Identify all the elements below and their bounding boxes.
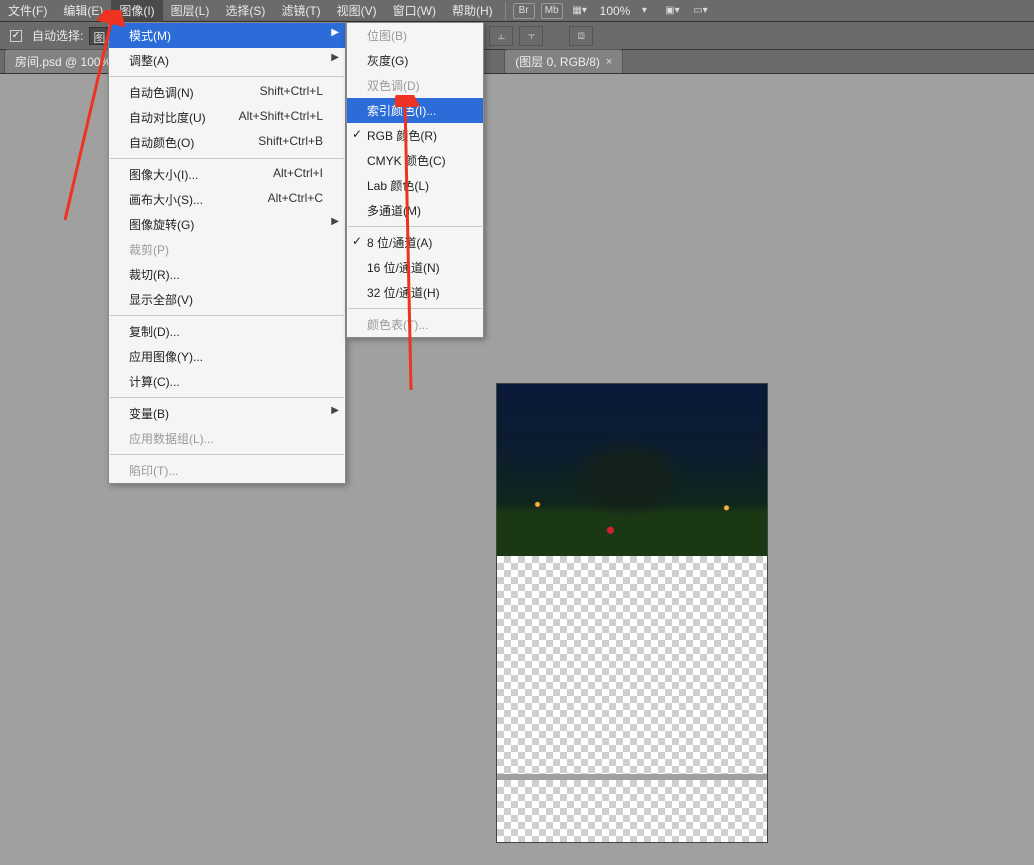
mode-32bit[interactable]: 32 位/通道(H) <box>347 280 483 305</box>
mode-duotone: 双色调(D) <box>347 73 483 98</box>
mode-lab[interactable]: Lab 颜色(L) <box>347 173 483 198</box>
image-content <box>497 384 767 556</box>
auto-select-label: 自动选择: <box>32 27 83 44</box>
close-icon[interactable]: × <box>606 56 612 68</box>
menu-image[interactable]: 图像(I) <box>111 0 162 22</box>
minibridge-icon[interactable]: Mb <box>541 3 563 19</box>
menu-auto-tone[interactable]: 自动色调(N)Shift+Ctrl+L <box>109 80 345 105</box>
mode-multichannel[interactable]: 多通道(M) <box>347 198 483 223</box>
menu-view[interactable]: 视图(V) <box>329 0 385 22</box>
mode-grayscale[interactable]: 灰度(G) <box>347 48 483 73</box>
transparent-area <box>497 556 767 774</box>
menu-image-rotation[interactable]: 图像旋转(G)▶ <box>109 212 345 237</box>
menu-divider <box>110 315 344 316</box>
menu-trap: 陷印(T)... <box>109 458 345 483</box>
menu-crop: 裁剪(P) <box>109 237 345 262</box>
menu-layer[interactable]: 图层(L) <box>163 0 218 22</box>
main-menu-bar: 文件(F) 编辑(E) 图像(I) 图层(L) 选择(S) 滤镜(T) 视图(V… <box>0 0 1034 22</box>
menu-divider <box>110 397 344 398</box>
menu-auto-color[interactable]: 自动颜色(O)Shift+Ctrl+B <box>109 130 345 155</box>
align-center-icon[interactable]: ⫠ <box>489 26 513 46</box>
align-right-icon[interactable]: ⫟ <box>519 26 543 46</box>
document-tab-2[interactable]: (图层 0, RGB/8) × <box>504 49 623 73</box>
transparent-area-2 <box>497 780 767 842</box>
mode-8bit[interactable]: ✓8 位/通道(A) <box>347 230 483 255</box>
menu-file[interactable]: 文件(F) <box>0 0 55 22</box>
menu-reveal-all[interactable]: 显示全部(V) <box>109 287 345 312</box>
menu-window[interactable]: 窗口(W) <box>385 0 444 22</box>
document-tab-1[interactable]: 房间.psd @ 100% <box>4 49 122 73</box>
menu-apply-image[interactable]: 应用图像(Y)... <box>109 344 345 369</box>
mode-indexed-color[interactable]: 索引颜色(I)... <box>347 98 483 123</box>
mode-cmyk[interactable]: CMYK 颜色(C) <box>347 148 483 173</box>
distribute-icon[interactable]: ⧈ <box>569 26 593 46</box>
menu-divider <box>110 158 344 159</box>
menu-filter[interactable]: 滤镜(T) <box>273 0 328 22</box>
menu-mode[interactable]: 模式(M)▶ <box>109 23 345 48</box>
tab-label: 房间.psd @ 100% <box>15 53 111 70</box>
tab-label: (图层 0, RGB/8) <box>515 53 600 70</box>
menu-divider <box>348 226 482 227</box>
menu-duplicate[interactable]: 复制(D)... <box>109 319 345 344</box>
arrange-icon[interactable]: ▣▾ <box>661 3 683 19</box>
mode-16bit[interactable]: 16 位/通道(N) <box>347 255 483 280</box>
menu-trim[interactable]: 裁切(R)... <box>109 262 345 287</box>
zoom-dropdown-icon[interactable]: ▾ <box>633 3 655 19</box>
menu-select[interactable]: 选择(S) <box>217 0 273 22</box>
screen-mode-icon[interactable]: ▭▾ <box>689 3 711 19</box>
menu-auto-contrast[interactable]: 自动对比度(U)Alt+Shift+Ctrl+L <box>109 105 345 130</box>
menu-divider <box>110 76 344 77</box>
mode-submenu: 位图(B) 灰度(G) 双色调(D) 索引颜色(I)... ✓RGB 颜色(R)… <box>346 22 484 338</box>
auto-select-checkbox[interactable]: ✓ <box>10 30 22 42</box>
film-icon[interactable]: ▦▾ <box>569 3 591 19</box>
menu-adjustments[interactable]: 调整(A)▶ <box>109 48 345 73</box>
menu-divider <box>110 454 344 455</box>
menu-image-size[interactable]: 图像大小(I)...Alt+Ctrl+I <box>109 162 345 187</box>
menu-edit[interactable]: 编辑(E) <box>55 0 111 22</box>
menu-variables[interactable]: 变量(B)▶ <box>109 401 345 426</box>
menu-apply-data-set: 应用数据组(L)... <box>109 426 345 451</box>
mode-color-table: 颜色表(T)... <box>347 312 483 337</box>
menu-separator <box>505 2 506 20</box>
menu-canvas-size[interactable]: 画布大小(S)...Alt+Ctrl+C <box>109 187 345 212</box>
menu-divider <box>348 308 482 309</box>
bridge-icon[interactable]: Br <box>513 3 535 19</box>
menu-help[interactable]: 帮助(H) <box>444 0 501 22</box>
menu-calculations[interactable]: 计算(C)... <box>109 369 345 394</box>
document-canvas[interactable] <box>497 384 767 842</box>
mode-bitmap: 位图(B) <box>347 23 483 48</box>
image-menu-dropdown: 模式(M)▶ 调整(A)▶ 自动色调(N)Shift+Ctrl+L 自动对比度(… <box>108 22 346 484</box>
zoom-level[interactable]: 100% <box>600 4 631 18</box>
mode-rgb[interactable]: ✓RGB 颜色(R) <box>347 123 483 148</box>
